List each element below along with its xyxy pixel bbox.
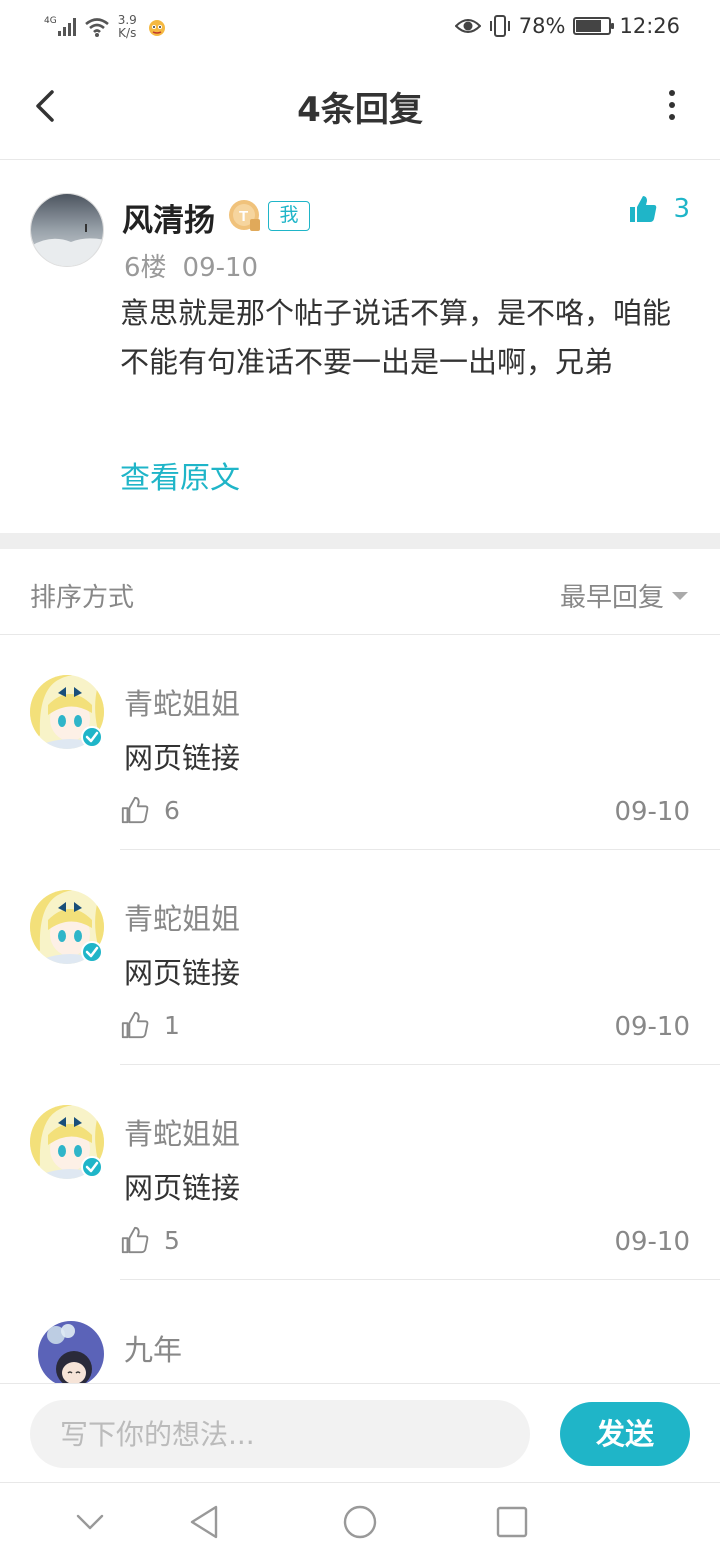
reply-like-button[interactable]: 6 — [120, 795, 180, 825]
reply-like-button[interactable]: 5 — [120, 1225, 180, 1255]
reply-like-count: 1 — [164, 1010, 180, 1040]
thumbs-up-icon — [630, 196, 657, 222]
reply-author[interactable]: 九年 — [124, 1327, 182, 1369]
thumbs-up-icon — [121, 1226, 149, 1254]
svg-text:T: T — [239, 208, 248, 225]
reply-author[interactable]: 青蛇姐姐 — [124, 681, 240, 723]
comment-input[interactable] — [30, 1400, 530, 1468]
caret-down-icon — [672, 591, 688, 600]
avatar[interactable] — [38, 1321, 104, 1383]
list-item[interactable]: 青蛇姐姐网页链接 5 09-10 — [0, 1065, 720, 1280]
status-right: 78% 12:26 — [454, 12, 680, 40]
main-post: 风清扬 T 我 3 6楼 09-10 意思就是那个帖子说话不算，是不咯，咱能不能有… — [0, 161, 720, 533]
post-meta: 6楼 09-10 — [124, 247, 258, 284]
triangle-back-icon[interactable] — [186, 1502, 226, 1542]
comment-composer: 发送 — [0, 1383, 720, 1483]
reply-author[interactable]: 青蛇姐姐 — [124, 1111, 240, 1153]
list-item[interactable]: 青蛇姐姐网页链接 1 09-10 — [0, 850, 720, 1065]
section-divider — [0, 533, 720, 549]
clock: 12:26 — [619, 14, 680, 38]
reply-author[interactable]: 青蛇姐姐 — [124, 896, 240, 938]
thumbs-up-icon — [121, 1011, 149, 1039]
reply-date: 09-10 — [614, 1227, 690, 1257]
network-speed: 3.9 K/s — [118, 14, 137, 40]
sort-dropdown[interactable]: 最早回复 — [560, 577, 688, 614]
send-button[interactable]: 发送 — [560, 1402, 690, 1466]
circle-home-icon[interactable] — [340, 1502, 380, 1542]
post-content: 意思就是那个帖子说话不算，是不咯，咱能不能有句准话不要一出是一出啊，兄弟 — [120, 296, 672, 379]
list-item[interactable]: 九年 — [0, 1281, 720, 1383]
page-title: 4条回复 — [297, 90, 423, 130]
reply-date: 09-10 — [614, 1012, 690, 1042]
post-date: 09-10 — [182, 253, 259, 283]
me-tag: 我 — [268, 201, 310, 231]
status-left: 4G 3.9 K/s — [44, 12, 167, 42]
avatar[interactable] — [30, 193, 104, 267]
post-author[interactable]: 风清扬 — [122, 195, 215, 240]
verified-check-icon — [81, 941, 103, 963]
avatar[interactable] — [30, 1105, 104, 1179]
sort-label: 排序方式 — [30, 583, 135, 613]
status-bar: 4G 3.9 K/s 78% 12:26 — [0, 0, 720, 52]
square-recent-icon[interactable] — [492, 1502, 532, 1542]
reply-date: 09-10 — [614, 797, 690, 827]
level-badge-icon: T — [229, 200, 260, 231]
app-notification-icon — [148, 20, 165, 36]
thumbs-up-icon — [121, 796, 149, 824]
battery-icon — [573, 17, 615, 35]
post-like-count: 3 — [673, 194, 690, 224]
reply-like-count: 6 — [164, 795, 180, 825]
list-item[interactable]: 青蛇姐姐网页链接 6 09-10 — [0, 635, 720, 850]
reply-content: 网页链接 — [124, 1171, 241, 1205]
post-like-button[interactable]: 3 — [627, 193, 690, 225]
sort-bar: 排序方式 最早回复 — [0, 549, 720, 635]
chevron-down-icon[interactable] — [70, 1502, 110, 1542]
reply-content: 网页链接 — [124, 741, 241, 775]
verified-check-icon — [81, 1156, 103, 1178]
system-nav-bar — [0, 1484, 720, 1560]
avatar[interactable] — [30, 675, 104, 749]
speed-unit: K/s — [118, 26, 137, 40]
network-type: 4G — [44, 16, 57, 26]
more-vertical-icon[interactable] — [666, 90, 678, 120]
wifi-icon — [84, 18, 109, 37]
view-original-link[interactable]: 查看原文 — [120, 453, 240, 497]
post-floor: 6楼 — [124, 253, 167, 283]
signal-icon — [57, 18, 76, 36]
battery-percent: 78% — [518, 14, 566, 38]
vibrate-icon — [489, 15, 510, 37]
eye-comfort-icon — [454, 19, 481, 33]
reply-like-count: 5 — [164, 1225, 180, 1255]
verified-check-icon — [81, 726, 103, 748]
avatar[interactable] — [30, 890, 104, 964]
sort-value: 最早回复 — [559, 583, 664, 613]
page-header: 4条回复 — [0, 52, 720, 160]
reply-like-button[interactable]: 1 — [120, 1010, 180, 1040]
divider — [120, 1279, 720, 1280]
reply-content: 网页链接 — [124, 956, 241, 990]
